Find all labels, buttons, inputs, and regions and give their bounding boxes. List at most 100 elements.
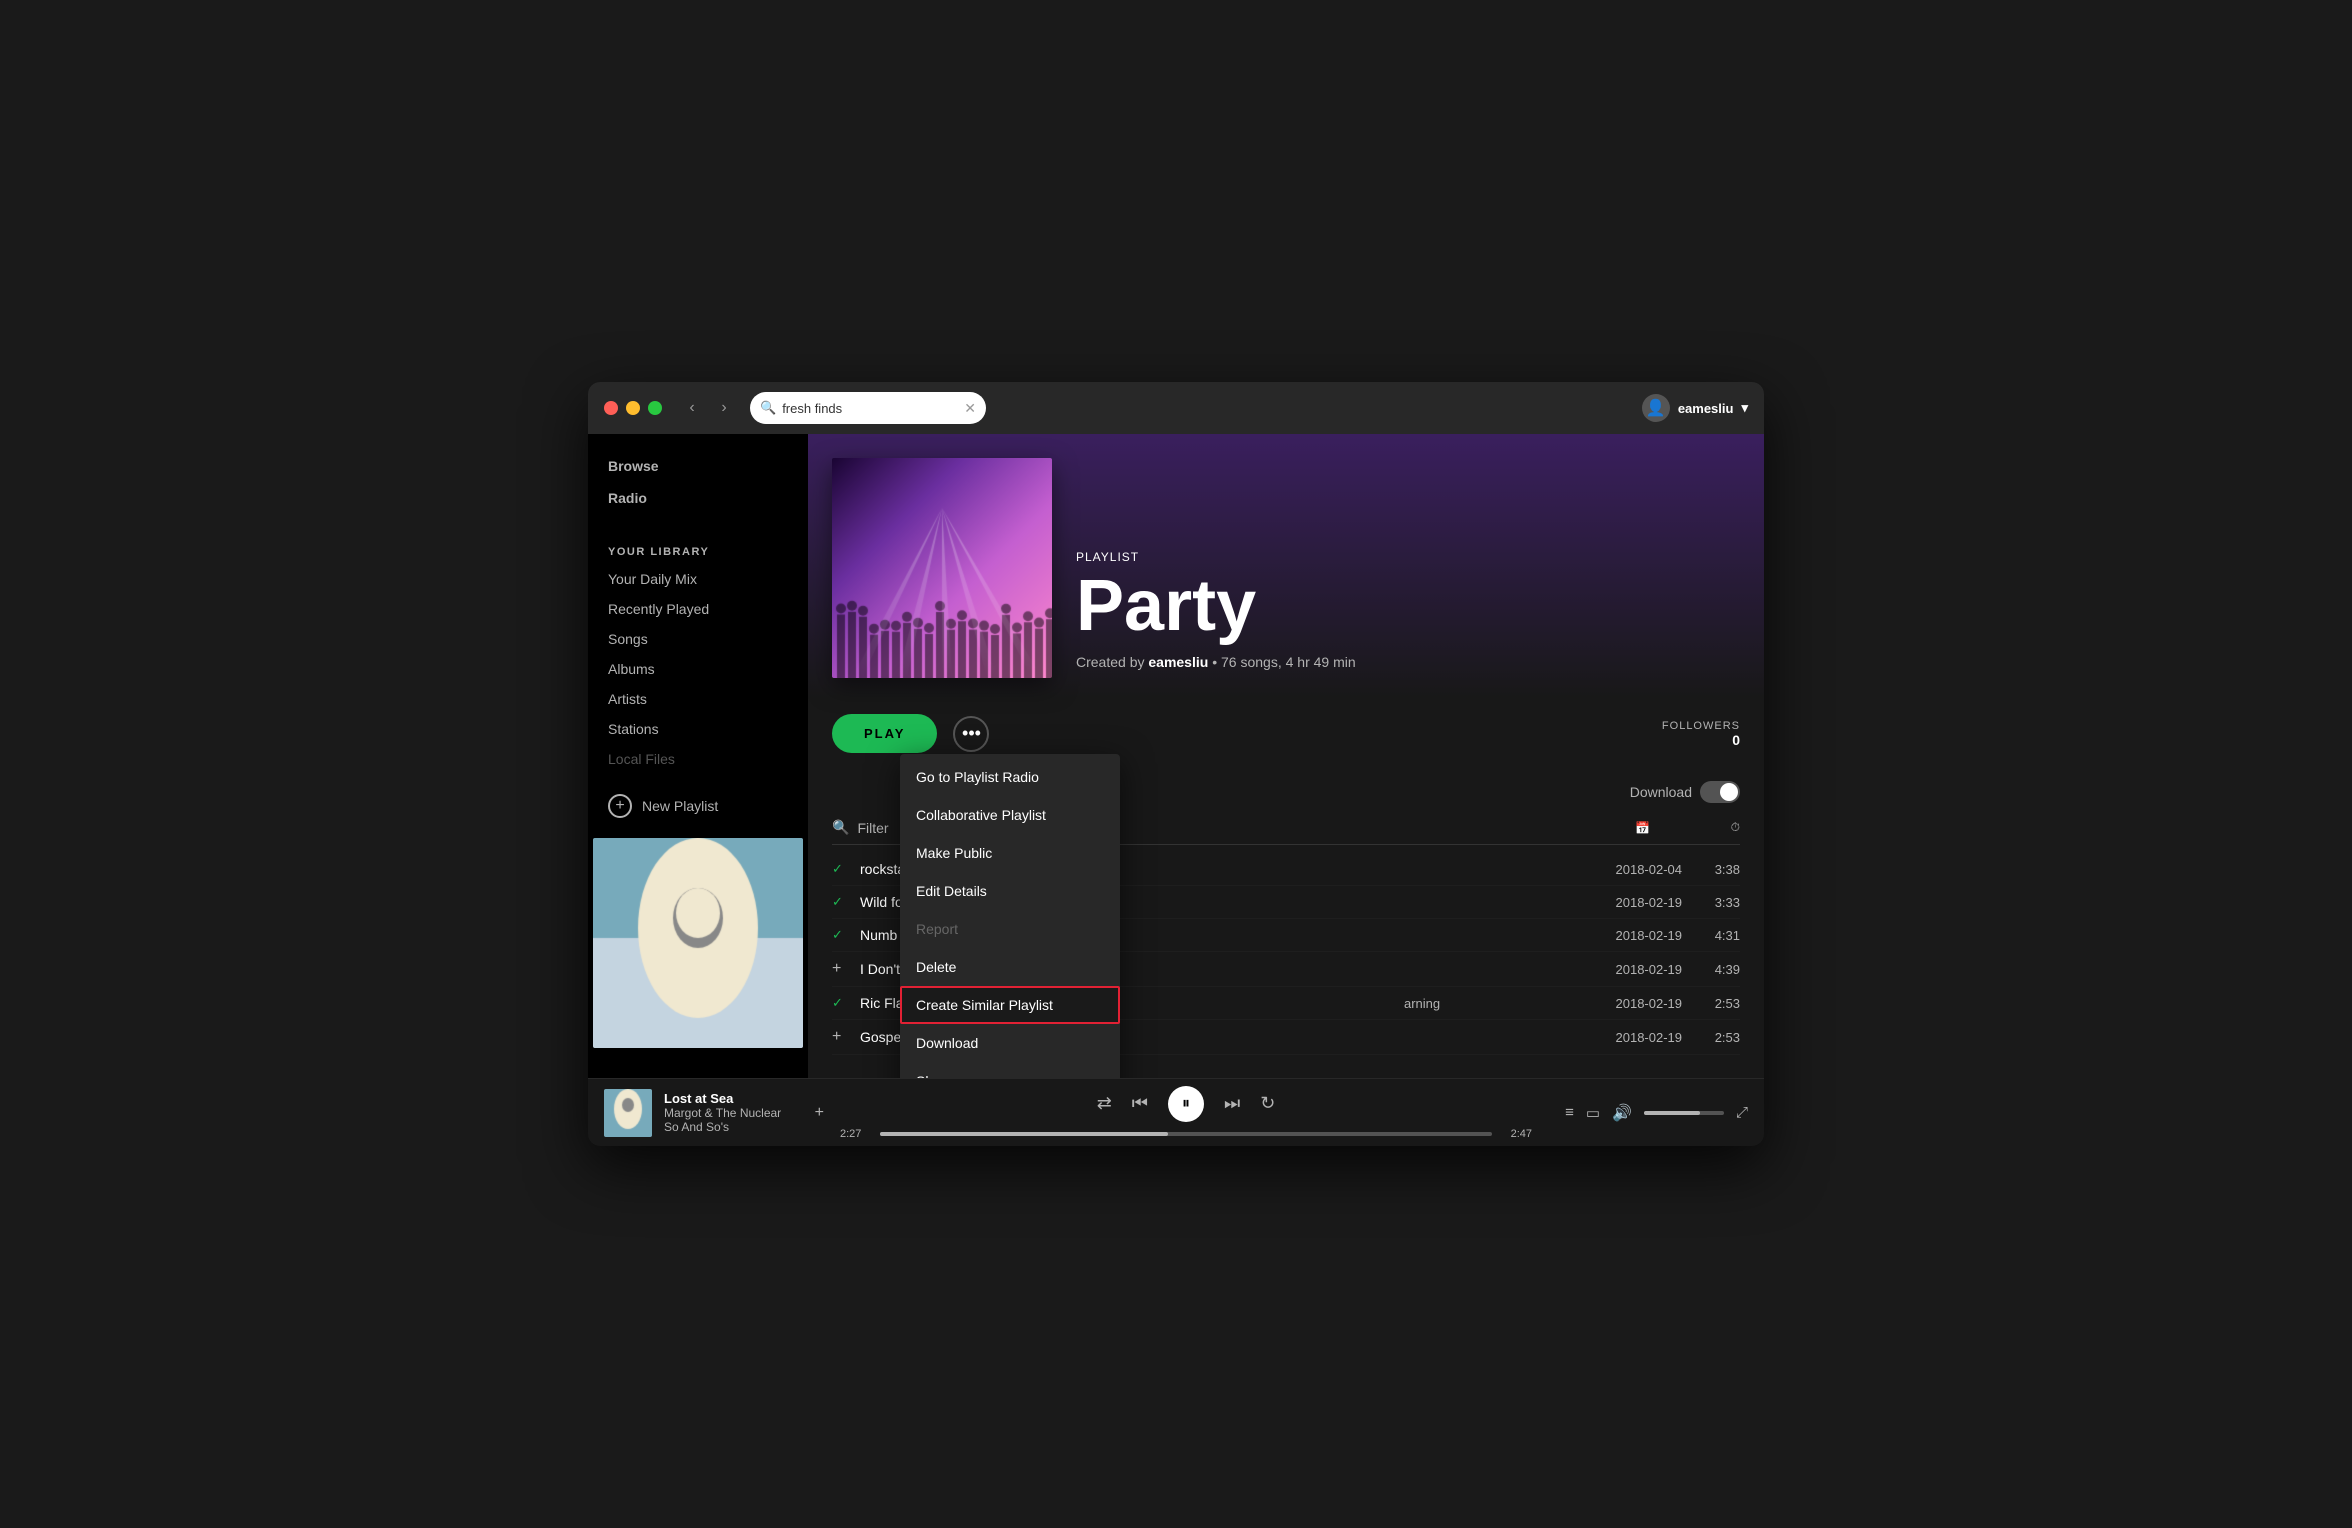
previous-button[interactable]: ⏮ — [1132, 1093, 1148, 1114]
track-check-icon: ✓ — [832, 995, 852, 1011]
sidebar-item-radio[interactable]: Radio — [588, 482, 808, 514]
total-time: 2:47 — [1500, 1128, 1532, 1140]
main-content: PLAYLIST Party Created by eamesliu • 76 … — [808, 434, 1764, 1078]
playlist-meta: Created by eamesliu • 76 songs, 4 hr 49 … — [1076, 654, 1740, 670]
player-track-info: Lost at Sea Margot & The Nuclear So And … — [604, 1089, 824, 1137]
menu-item-delete[interactable]: Delete — [900, 948, 1120, 986]
titlebar: ‹ › 🔍 ✕ 👤 eamesliu ▾ — [588, 382, 1764, 434]
menu-item-edit-details[interactable]: Edit Details — [900, 872, 1120, 910]
sidebar-item-local-files[interactable]: Local Files — [588, 744, 808, 774]
track-date: 2018-02-19 — [1592, 928, 1682, 943]
player-bar: Lost at Sea Margot & The Nuclear So And … — [588, 1078, 1764, 1146]
context-menu: Go to Playlist Radio Collaborative Playl… — [900, 754, 1120, 1078]
search-input[interactable] — [782, 401, 958, 416]
duration: 4 hr 49 min — [1286, 654, 1356, 670]
volume-bar[interactable] — [1644, 1111, 1724, 1115]
calendar-icon: 📅 — [1635, 821, 1650, 835]
devices-icon[interactable]: ▭ — [1586, 1104, 1600, 1122]
player-controls: ⇄ ⏮ ⏸ ⏭ ↻ 2:27 2:47 — [840, 1086, 1532, 1140]
menu-item-download[interactable]: Download — [900, 1024, 1120, 1062]
menu-item-make-public[interactable]: Make Public — [900, 834, 1120, 872]
new-playlist-label: New Playlist — [642, 798, 718, 814]
sidebar-item-songs[interactable]: Songs — [588, 624, 808, 654]
player-buttons: ⇄ ⏮ ⏸ ⏭ ↻ — [1097, 1086, 1276, 1122]
current-time: 2:27 — [840, 1128, 872, 1140]
volume-fill — [1644, 1111, 1700, 1115]
sidebar-item-browse[interactable]: Browse — [588, 450, 808, 482]
track-date: 2018-02-19 — [1592, 996, 1682, 1011]
player-track-details: Lost at Sea Margot & The Nuclear So And … — [664, 1091, 795, 1134]
download-label: Download — [1630, 784, 1692, 800]
track-duration: 2:53 — [1690, 996, 1740, 1011]
minimize-button[interactable] — [626, 401, 640, 415]
queue-icon[interactable]: ≡ — [1565, 1104, 1574, 1121]
repeat-button[interactable]: ↻ — [1260, 1093, 1275, 1114]
sidebar-item-stations[interactable]: Stations — [588, 714, 808, 744]
close-button[interactable] — [604, 401, 618, 415]
share-arrow-icon: › — [1099, 1073, 1104, 1078]
playlist-cover-art — [832, 458, 1052, 678]
search-bar[interactable]: 🔍 ✕ — [750, 392, 986, 424]
col-date-header: 📅 — [1560, 821, 1650, 835]
track-duration: 4:31 — [1690, 928, 1740, 943]
filter-label: Filter — [857, 820, 888, 836]
fullscreen-icon[interactable]: ⤢ — [1736, 1104, 1748, 1121]
shuffle-button[interactable]: ⇄ — [1097, 1093, 1112, 1114]
progress-fill — [880, 1132, 1168, 1136]
sidebar-item-artists[interactable]: Artists — [588, 684, 808, 714]
maximize-button[interactable] — [648, 401, 662, 415]
track-add-icon: + — [832, 1028, 852, 1046]
plus-circle-icon: + — [608, 794, 632, 818]
traffic-lights — [604, 401, 662, 415]
chevron-down-icon: ▾ — [1741, 400, 1748, 416]
track-duration: 3:33 — [1690, 895, 1740, 910]
track-duration: 3:38 — [1690, 862, 1740, 877]
track-add-icon: + — [832, 960, 852, 978]
clock-icon: ⏱ — [1731, 820, 1740, 834]
pause-button[interactable]: ⏸ — [1168, 1086, 1204, 1122]
forward-button[interactable]: › — [710, 394, 738, 422]
progress-bar[interactable]: 2:27 2:47 — [840, 1128, 1532, 1140]
menu-item-go-to-radio[interactable]: Go to Playlist Radio — [900, 758, 1120, 796]
creator-link[interactable]: eamesliu — [1148, 654, 1208, 670]
back-button[interactable]: ‹ — [678, 394, 706, 422]
sidebar-item-daily-mix[interactable]: Your Daily Mix — [588, 564, 808, 594]
more-options-button[interactable]: ••• — [953, 716, 989, 752]
player-artist-name: Margot & The Nuclear So And So's — [664, 1106, 795, 1134]
col-dur-header: ⏱ — [1650, 820, 1740, 835]
track-date: 2018-02-19 — [1592, 1030, 1682, 1045]
menu-item-create-similar[interactable]: Create Similar Playlist — [900, 986, 1120, 1024]
playlist-actions: PLAY ••• Go to Playlist Radio Collaborat… — [808, 698, 1764, 769]
volume-icon: 🔊 — [1612, 1103, 1632, 1123]
download-toggle[interactable] — [1700, 781, 1740, 803]
track-check-icon: ✓ — [832, 894, 852, 910]
sidebar-item-albums[interactable]: Albums — [588, 654, 808, 684]
track-duration: 4:39 — [1690, 962, 1740, 977]
menu-item-share[interactable]: Share › — [900, 1062, 1120, 1078]
followers-area: FOLLOWERS 0 — [1662, 720, 1740, 748]
playlist-title: Party — [1076, 570, 1740, 642]
track-date: 2018-02-19 — [1592, 962, 1682, 977]
menu-item-report: Report — [900, 910, 1120, 948]
playlist-header: PLAYLIST Party Created by eamesliu • 76 … — [808, 434, 1764, 698]
next-button[interactable]: ⏭ — [1224, 1093, 1240, 1114]
filter-area[interactable]: 🔍 Filter — [832, 819, 889, 836]
sidebar-item-recently-played[interactable]: Recently Played — [588, 594, 808, 624]
avatar: 👤 — [1642, 394, 1670, 422]
sidebar-nav: Browse Radio — [588, 434, 808, 530]
songs-count: 76 songs — [1221, 654, 1278, 670]
search-clear-icon[interactable]: ✕ — [964, 400, 976, 417]
player-add-button[interactable]: + — [815, 1104, 824, 1122]
new-playlist-button[interactable]: + New Playlist — [588, 782, 808, 830]
progress-track[interactable] — [880, 1132, 1492, 1136]
sidebar: Browse Radio YOUR LIBRARY Your Daily Mix… — [588, 434, 808, 1078]
player-track-name: Lost at Sea — [664, 1091, 795, 1106]
user-area[interactable]: 👤 eamesliu ▾ — [1642, 394, 1748, 422]
followers-count: 0 — [1662, 732, 1740, 748]
track-check-icon: ✓ — [832, 861, 852, 877]
sidebar-album-art[interactable] — [593, 838, 803, 1048]
nav-buttons: ‹ › — [678, 394, 738, 422]
play-button[interactable]: PLAY — [832, 714, 937, 753]
search-icon: 🔍 — [760, 400, 776, 416]
menu-item-collaborative[interactable]: Collaborative Playlist — [900, 796, 1120, 834]
